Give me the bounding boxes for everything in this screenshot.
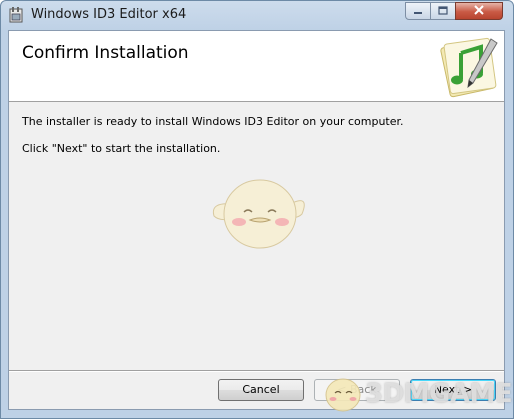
page-title: Confirm Installation xyxy=(22,43,189,63)
close-button[interactable] xyxy=(455,2,503,20)
install-ready-message: The installer is ready to install Window… xyxy=(22,115,404,128)
close-icon xyxy=(473,2,485,20)
watermark-mascot-icon xyxy=(321,369,365,415)
dialog-client-area: Confirm Installation The installer is re… xyxy=(8,30,505,410)
site-watermark: 3DMGAME xyxy=(321,367,513,417)
title-bar[interactable]: Windows ID3 Editor x64 xyxy=(1,1,513,29)
music-note-document-icon xyxy=(433,33,503,101)
click-next-instruction: Click "Next" to start the installation. xyxy=(22,142,221,155)
minimize-icon xyxy=(413,2,423,20)
window-title: Windows ID3 Editor x64 xyxy=(31,7,187,22)
maximize-icon xyxy=(438,2,448,20)
cancel-button[interactable]: Cancel xyxy=(218,379,304,401)
app-icon xyxy=(8,6,25,24)
minimize-button[interactable] xyxy=(405,2,431,20)
maximize-button[interactable] xyxy=(430,2,456,20)
header-banner: Confirm Installation xyxy=(9,31,504,102)
installer-window: Windows ID3 Editor x64 Confirm Installat… xyxy=(0,0,514,419)
mascot-image xyxy=(204,164,314,256)
watermark-text: 3DMGAME xyxy=(365,379,513,409)
